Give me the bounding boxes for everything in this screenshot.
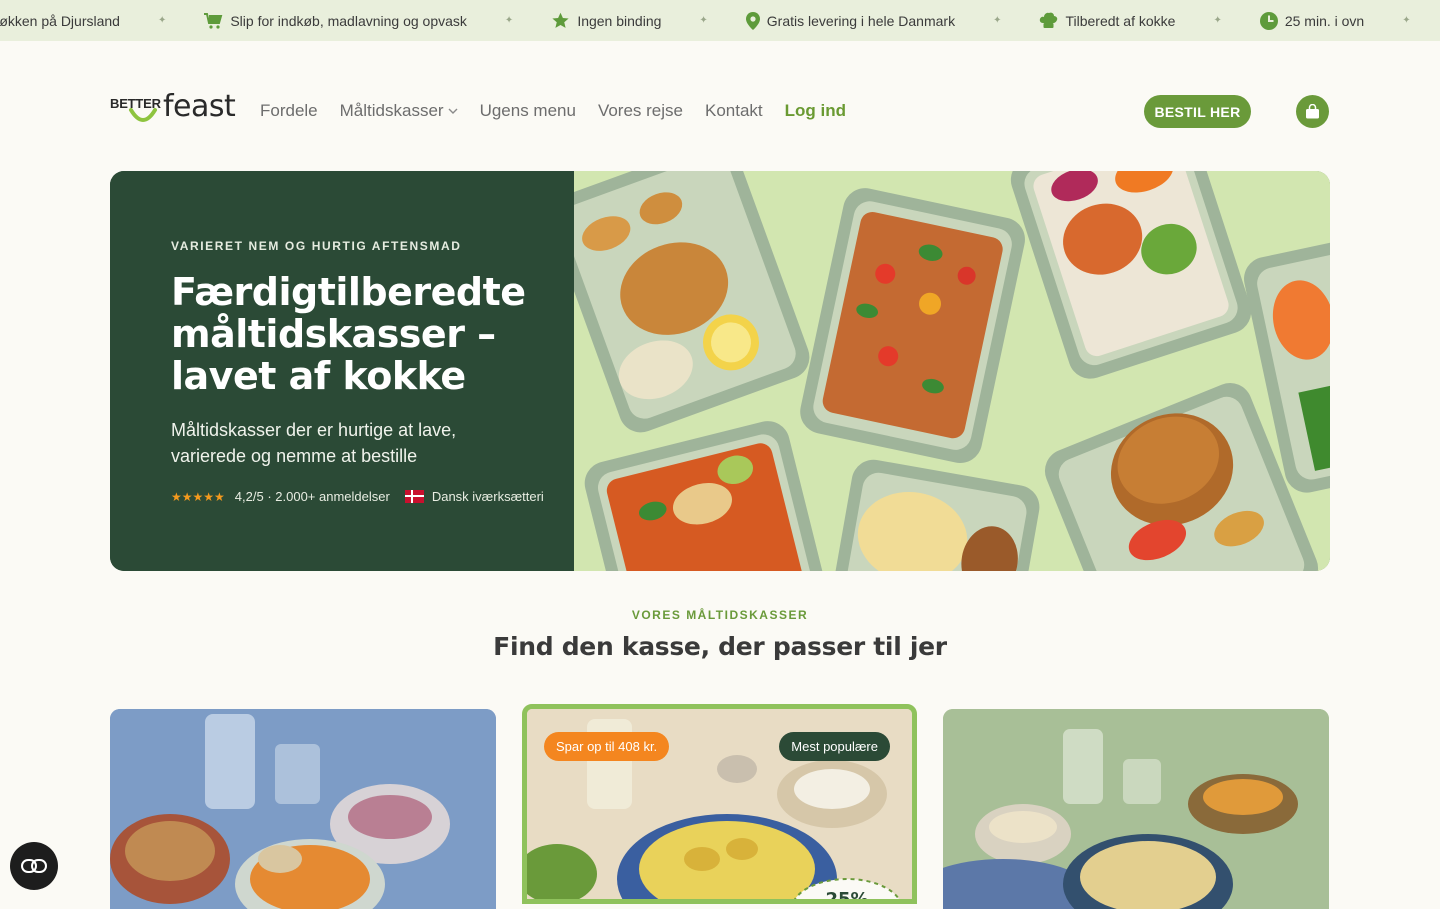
section-title: Find den kasse, der passer til jer (493, 632, 947, 661)
announcement-track: Køkken på Djursland ✦ Slip for indkøb, m… (0, 0, 1440, 41)
nav-vores-rejse[interactable]: Vores rejse (598, 101, 683, 121)
location-pin-icon (745, 11, 760, 30)
announcement-text: Køkken på Djursland (0, 12, 120, 29)
hero-food-image (548, 171, 1330, 571)
sparkle-icon: ✦ (1402, 15, 1411, 26)
meal-box-card[interactable] (943, 709, 1329, 909)
main-nav: Fordele Måltidskasser Ugens menu Vores r… (260, 101, 846, 121)
announcement-item: Gratis levering i hele Danmark (745, 11, 956, 30)
hero-title: Færdigtilberedte måltidskasser – lavet a… (171, 270, 526, 398)
clock-icon (1259, 11, 1278, 30)
sparkle-icon: ✦ (504, 15, 514, 26)
announcement-text: Gratis levering i hele Danmark (766, 12, 956, 29)
accessibility-toggle-icon (21, 859, 47, 873)
chef-hat-icon (1039, 12, 1058, 29)
announcement-item: Slip for indkøb, madlavning og opvask (204, 12, 467, 29)
section-eyebrow: VORES MÅLTIDSKASSER (631, 608, 809, 622)
hero-trust-row: ★★★★★ 4,2/5 · 2.000+ anmeldelser Dansk i… (171, 489, 544, 504)
rating-stars-icon: ★★★★★ (171, 489, 225, 504)
announcement-item: Ingen binding (551, 12, 661, 30)
announcement-text: Tilberedt af kokke (1065, 12, 1176, 29)
meal-trays-illustration (548, 171, 1330, 571)
accessibility-button[interactable] (10, 842, 58, 890)
announcement-text: Slip for indkøb, madlavning og opvask (230, 12, 467, 29)
announcement-text: 25 min. i ovn (1284, 12, 1365, 29)
shopping-bag-icon (1306, 104, 1319, 119)
cart-button[interactable] (1296, 95, 1329, 128)
rating-text[interactable]: 4,2/5 · 2.000+ anmeldelser (235, 489, 390, 504)
sparkle-icon: ✦ (1213, 15, 1222, 26)
sparkle-icon: ✦ (157, 15, 167, 26)
danish-badge-text: Dansk iværksætteri (431, 489, 544, 504)
sparkle-icon: ✦ (699, 15, 708, 26)
sparkle-icon: ✦ (993, 15, 1002, 26)
logo-feast-text: feast (163, 89, 236, 124)
hero-eyebrow: VARIERET NEM OG HURTIG AFTENSMAD (171, 239, 462, 253)
hero-text-panel: VARIERET NEM OG HURTIG AFTENSMAD Færdigt… (110, 171, 574, 571)
meal-box-card-featured[interactable]: 25% Spar op til 408 kr. Mest populære (522, 704, 917, 904)
most-popular-badge: Mest populære (779, 732, 890, 761)
hero-banner: VARIERET NEM OG HURTIG AFTENSMAD Færdigt… (110, 171, 1330, 571)
announcement-item: Køkken på Djursland (0, 13, 120, 29)
nav-maltidskasser[interactable]: Måltidskasser (340, 101, 458, 121)
savings-badge: Spar op til 408 kr. (544, 732, 670, 761)
chevron-down-icon (448, 108, 458, 114)
announcement-item: Tilberedt af kokke (1039, 12, 1175, 29)
announcement-text: Ingen binding (577, 12, 662, 29)
nav-fordele[interactable]: Fordele (260, 101, 318, 121)
order-button[interactable]: BESTIL HER (1144, 95, 1251, 128)
star-icon (551, 12, 570, 30)
svg-text:25%: 25% (825, 889, 868, 904)
announcement-bar: Køkken på Djursland ✦ Slip for indkøb, m… (0, 0, 1440, 41)
danish-flag-icon (404, 490, 424, 503)
login-link[interactable]: Log ind (785, 101, 846, 121)
cart-icon (204, 12, 223, 29)
nav-ugens-menu[interactable]: Ugens menu (480, 101, 576, 121)
nav-kontakt[interactable]: Kontakt (705, 101, 763, 121)
meal-box-image (110, 709, 496, 909)
brand-logo[interactable]: BETTER feast (110, 89, 236, 131)
announcement-item: 25 min. i ovn (1259, 11, 1365, 30)
site-header: BETTER feast Fordele Måltidskasser Ugens… (110, 84, 1330, 138)
logo-smile-icon (129, 108, 157, 122)
meal-box-image (943, 709, 1329, 909)
hero-subtitle: Måltidskasser der er hurtige at lave, va… (171, 420, 457, 466)
meal-box-card[interactable] (110, 709, 496, 909)
nav-maltidskasser-label: Måltidskasser (339, 101, 444, 120)
